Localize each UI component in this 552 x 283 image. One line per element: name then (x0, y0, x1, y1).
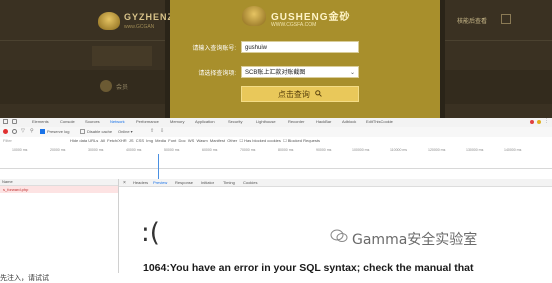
tab-security[interactable]: Security (228, 119, 242, 124)
timeline-tick: 80000 ms (278, 148, 294, 152)
download-icon[interactable]: ⇩ (160, 128, 164, 134)
query-type-value: SCB账上汇款对账截图 (245, 70, 306, 76)
tab-timing[interactable]: Timing (223, 180, 235, 185)
upload-icon[interactable]: ⇧ (150, 128, 154, 134)
watermark-text: Gamma安全实验室 (352, 232, 478, 248)
site-right-panel: 核能后查看 (445, 0, 552, 118)
request-row[interactable]: s_forward.php (0, 186, 118, 193)
close-icon[interactable]: × (123, 180, 126, 186)
right-nav-icon[interactable] (501, 14, 511, 24)
modal-logo-sub: WWW.CGSFA.COM (271, 22, 317, 28)
warning-count-icon[interactable] (537, 120, 541, 124)
timeline-tick: 110000 ms (390, 148, 408, 152)
timeline-tick: 30000 ms (88, 148, 104, 152)
filter-input[interactable]: Filter (3, 138, 12, 143)
timeline-tick: 50000 ms (164, 148, 180, 152)
preserve-log-label: Preserve log (47, 129, 70, 134)
clear-icon[interactable] (12, 129, 17, 134)
query-type-label: 请选择查询项: (198, 71, 236, 77)
modal-logo-icon (242, 6, 266, 26)
tab-headers[interactable]: Headers (133, 180, 148, 185)
nav-block (92, 46, 152, 66)
disable-cache-label: Disable cache (87, 129, 113, 134)
site-logo-text: GYZHENZ (124, 12, 175, 22)
banner-text: 会员 (116, 85, 129, 91)
tab-initiator[interactable]: Initiator (201, 180, 214, 185)
tab-sources[interactable]: Sources (85, 119, 100, 124)
tab-application[interactable]: Application (195, 119, 215, 124)
tab-cookies[interactable]: Cookies (243, 180, 257, 185)
tab-recorder[interactable]: Recorder (288, 119, 304, 124)
tab-performance[interactable]: Performance (136, 119, 159, 124)
more-options-icon[interactable]: ⋮ (544, 118, 549, 124)
inspect-icon[interactable] (3, 119, 8, 124)
right-banner-strip (445, 70, 552, 104)
record-icon[interactable] (3, 129, 8, 134)
tab-preview[interactable]: Preview (153, 180, 167, 185)
request-list-header[interactable]: Name (0, 179, 118, 186)
site-logo-icon (98, 12, 120, 30)
tab-network[interactable]: Network (110, 119, 125, 124)
sql-error-message: 1064:You have an error in your SQL synta… (143, 262, 474, 274)
timeline-tick: 130000 ms (466, 148, 484, 152)
query-button[interactable]: 点击查询 (241, 86, 359, 102)
timeline-tick: 40000 ms (126, 148, 142, 152)
right-nav-text[interactable]: 核能后查看 (457, 16, 487, 25)
request-detail-tabs: × Headers Preview Response Initiator Tim… (119, 179, 552, 187)
timeline-tick: 20000 ms (50, 148, 66, 152)
query-button-label: 点击查询 (277, 90, 310, 99)
query-type-select[interactable]: SCB账上汇款对账截图 ⌄ (241, 66, 359, 78)
device-toolbar-icon[interactable] (12, 119, 17, 124)
site-logo-sub: www.GCGAN (124, 24, 155, 30)
preserve-log-checkbox[interactable] (40, 129, 45, 134)
timeline-tick: 90000 ms (316, 148, 332, 152)
devtools-panel: Elements Console Sources Network Perform… (0, 118, 552, 274)
search-icon (315, 87, 322, 102)
filter-icon[interactable]: ▽ (21, 128, 25, 134)
timeline-tick: 100000 ms (352, 148, 370, 152)
search-network-icon[interactable]: ⚲ (30, 128, 34, 134)
tab-adblock[interactable]: Adblock (342, 119, 356, 124)
tab-memory[interactable]: Memory (170, 119, 184, 124)
tab-lighthouse[interactable]: Lighthouse (256, 119, 276, 124)
website-viewport: GYZHENZ www.GCGAN 会员 核能后查看 GUSHENG金砂 WWW… (0, 0, 552, 118)
error-count-icon[interactable] (530, 120, 534, 124)
timeline-tick: 140000 ms (504, 148, 522, 152)
nav-divider-right (445, 40, 552, 41)
banner-avatar-icon (100, 80, 112, 92)
timeline-tick: 60000 ms (202, 148, 218, 152)
modal-logo-text: GUSHENG金砂 (271, 12, 351, 23)
error-sad-face: :( (141, 218, 160, 248)
request-list: Name s_forward.php (0, 179, 119, 273)
account-label: 请输入查询账号: (192, 46, 236, 52)
chevron-down-icon: ⌄ (349, 70, 355, 76)
timeline-tick: 70000 ms (240, 148, 256, 152)
caption-text: 先注入，请试试 (0, 274, 49, 282)
tab-hackbar[interactable]: HackBar (316, 119, 331, 124)
query-modal: GUSHENG金砂 WWW.CGSFA.COM 请输入查询账号: gushuiw… (170, 0, 440, 118)
site-left-panel: GYZHENZ www.GCGAN 会员 (0, 0, 173, 118)
tab-editthiscookie[interactable]: EditThisCookie (366, 119, 393, 124)
network-timeline[interactable]: 10000 ms 20000 ms 30000 ms 40000 ms 5000… (0, 146, 552, 180)
timeline-tick: 10000 ms (12, 148, 28, 152)
account-input[interactable]: gushuiw (241, 41, 359, 53)
disable-cache-checkbox[interactable] (80, 129, 85, 134)
tab-elements[interactable]: Elements (32, 119, 49, 124)
throttling-select[interactable]: Online ▾ (118, 129, 133, 134)
timeline-tick: 120000 ms (428, 148, 446, 152)
tab-console[interactable]: Console (60, 119, 75, 124)
wechat-icon (330, 229, 348, 243)
site-banner-strip (0, 70, 165, 104)
tab-response[interactable]: Response (175, 180, 193, 185)
filter-options: Hide data URLs All Fetch/XHR JS CSS Img … (70, 138, 320, 143)
nav-divider (0, 40, 165, 41)
timeline-marker (158, 154, 159, 180)
network-lower-pane: Name s_forward.php × Headers Preview Res… (0, 179, 552, 274)
